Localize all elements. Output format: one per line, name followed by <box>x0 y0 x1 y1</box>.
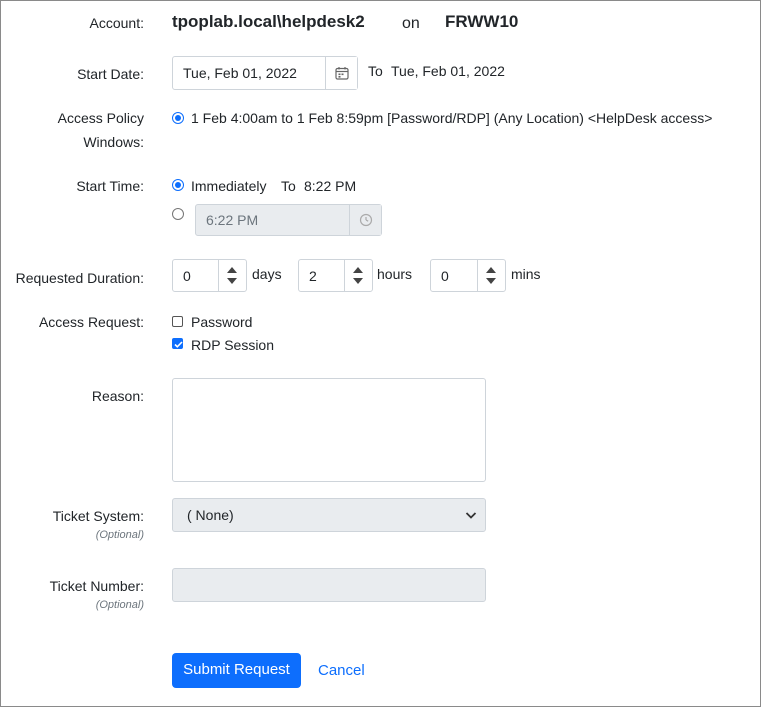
start-time-custom-input[interactable]: 6:22 PM <box>195 204 382 236</box>
start-time-to-word: To <box>281 178 296 194</box>
ticket-system-label-text: Ticket System: <box>52 508 144 524</box>
duration-hours-label: hours <box>377 266 413 282</box>
start-date-value: Tue, Feb 01, 2022 <box>183 65 297 81</box>
duration-hours-stepper[interactable] <box>344 260 372 291</box>
calendar-icon[interactable] <box>325 57 357 89</box>
chevron-down-icon <box>465 512 477 519</box>
cancel-link[interactable]: Cancel <box>318 660 365 682</box>
start-time-label: Start Time: <box>76 178 144 194</box>
ticket-number-label: Ticket Number: (Optional) <box>50 575 144 613</box>
account-host: FRWW10 <box>445 12 519 31</box>
stepper-down-icon[interactable] <box>353 278 363 284</box>
account-name: tpoplab.local\helpdesk2 <box>172 12 365 31</box>
reason-textarea[interactable] <box>172 378 486 482</box>
duration-days-stepper[interactable] <box>218 260 246 291</box>
reason-label: Reason: <box>91 388 144 404</box>
policy-radio[interactable] <box>172 112 184 124</box>
start-time-custom-value: 6:22 PM <box>206 212 259 228</box>
password-checkbox-label: Password <box>191 314 253 330</box>
start-date-to-value: Tue, Feb 01, 2022 <box>391 63 505 79</box>
submit-request-button[interactable]: Submit Request <box>172 653 301 688</box>
stepper-up-icon[interactable] <box>353 267 363 273</box>
ticket-system-optional: (Optional) <box>95 529 144 541</box>
duration-mins-value: 0 <box>441 268 449 284</box>
start-date-input[interactable]: Tue, Feb 01, 2022 <box>172 56 358 90</box>
account-on-word: on <box>402 15 420 32</box>
start-date-label: Start Date: <box>77 66 144 82</box>
duration-hours-value: 2 <box>309 268 317 284</box>
clock-icon[interactable] <box>349 205 381 235</box>
duration-days-value: 0 <box>183 268 191 284</box>
ticket-number-label-text: Ticket Number: <box>49 578 144 594</box>
duration-mins-stepper[interactable] <box>477 260 505 291</box>
duration-mins-label: mins <box>511 266 541 282</box>
duration-mins-input[interactable]: 0 <box>430 259 506 292</box>
duration-label: Requested Duration: <box>15 270 144 286</box>
policy-label-line2: Windows: <box>83 134 144 150</box>
ticket-system-selected: ( None) <box>187 507 234 523</box>
rdp-session-checkbox-label: RDP Session <box>191 337 275 353</box>
duration-days-input[interactable]: 0 <box>172 259 247 292</box>
start-date-to-word: To <box>368 63 383 79</box>
account-label: Account: <box>89 15 144 31</box>
policy-option-text: 1 Feb 4:00am to 1 Feb 8:59pm [Password/R… <box>191 110 713 126</box>
duration-hours-input[interactable]: 2 <box>298 259 373 292</box>
stepper-down-icon[interactable] <box>486 278 496 284</box>
stepper-down-icon[interactable] <box>227 278 237 284</box>
check-icon <box>174 341 183 348</box>
ticket-number-optional: (Optional) <box>95 599 144 611</box>
ticket-system-label: Ticket System: (Optional) <box>53 505 144 543</box>
stepper-up-icon[interactable] <box>486 267 496 273</box>
rdp-session-checkbox[interactable] <box>172 338 183 349</box>
ticket-system-select[interactable]: ( None) <box>172 498 486 532</box>
duration-days-label: days <box>252 266 282 282</box>
policy-label-line1: Access Policy <box>57 110 144 126</box>
password-checkbox[interactable] <box>172 316 183 327</box>
start-time-immediately-radio[interactable] <box>172 179 184 191</box>
start-time-to-time: 8:22 PM <box>304 178 357 194</box>
access-request-label: Access Request: <box>38 314 144 330</box>
start-time-custom-radio[interactable] <box>172 208 184 220</box>
start-time-immediately-label: Immediately <box>191 178 267 194</box>
stepper-up-icon[interactable] <box>227 267 237 273</box>
ticket-number-input[interactable] <box>172 568 486 602</box>
